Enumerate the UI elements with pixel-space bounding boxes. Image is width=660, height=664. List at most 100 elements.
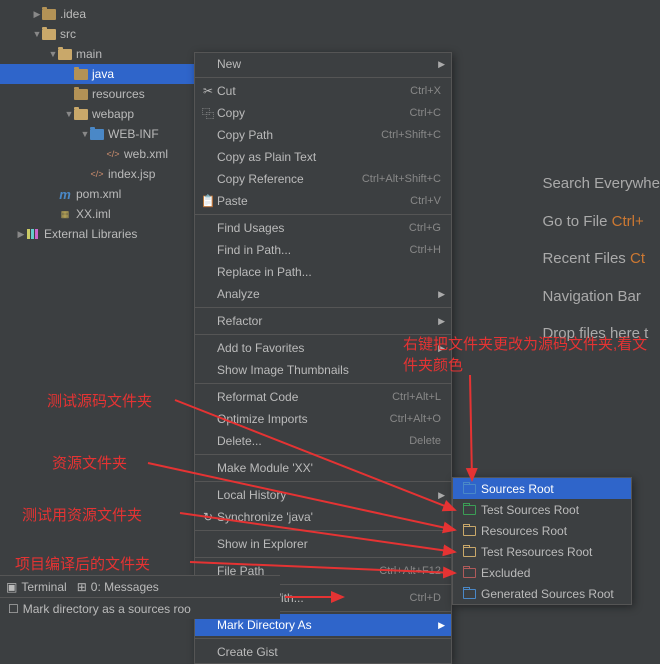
chevron-icon: ▼ (64, 109, 74, 119)
submenu-sources-root[interactable]: Sources Root (453, 478, 631, 499)
menu-show-in-explorer[interactable]: Show in Explorer (195, 533, 451, 555)
menu-copy[interactable]: ⿻CopyCtrl+C (195, 102, 451, 124)
folder-icon (461, 545, 477, 559)
menu-analyze[interactable]: Analyze▶ (195, 283, 451, 305)
menu-create-gist[interactable]: Create Gist (195, 641, 451, 663)
tree-label: XX.iml (76, 207, 111, 221)
tree-label: WEB-INF (108, 127, 159, 141)
submenu-arrow-icon: ▶ (438, 490, 445, 501)
tree-item-webxml[interactable]: </>web.xml (0, 144, 200, 164)
folder-icon (90, 129, 104, 140)
menu-label: Delete... (217, 434, 409, 448)
menu-replace-in-path-[interactable]: Replace in Path... (195, 261, 451, 283)
folder-icon (461, 566, 477, 580)
tree-item-java[interactable]: java (0, 64, 200, 84)
submenu-test-resources-root[interactable]: Test Resources Root (453, 541, 631, 562)
menu-label: Replace in Path... (217, 265, 441, 279)
tree-item-idea[interactable]: ▶.idea (0, 4, 200, 24)
tree-item-pomxml[interactable]: m pom.xml (0, 184, 200, 204)
submenu-resources-root[interactable]: Resources Root (453, 520, 631, 541)
menu-label: Optimize Imports (217, 412, 390, 426)
tree-item-xximl[interactable]: ▦ XX.iml (0, 204, 200, 224)
menu-label: Copy (217, 106, 410, 120)
menu-copy-reference[interactable]: Copy ReferenceCtrl+Alt+Shift+C (195, 168, 451, 190)
hint-recent: Recent Files Ct (542, 240, 660, 278)
folder-icon (461, 482, 477, 496)
tree-item-webapp[interactable]: ▼ webapp (0, 104, 200, 124)
menu-copy-path[interactable]: Copy PathCtrl+Shift+C (195, 124, 451, 146)
menu-icon: ⿻ (199, 105, 217, 122)
terminal-tab[interactable]: ▣ Terminal (6, 580, 67, 594)
menu-label: Local History (217, 488, 441, 502)
submenu-label: Test Sources Root (481, 503, 579, 517)
submenu-arrow-icon: ▶ (438, 289, 445, 300)
library-icon (26, 227, 40, 241)
menu-optimize-imports[interactable]: Optimize ImportsCtrl+Alt+O (195, 408, 451, 430)
status-bar: ☐ Mark directory as a sources roo (0, 597, 280, 619)
tree-label: webapp (92, 107, 134, 121)
menu-local-history[interactable]: Local History▶ (195, 484, 451, 506)
menu-label: Show in Explorer (217, 537, 441, 551)
hint-search: Search Everywhe (542, 165, 660, 203)
menu-label: Synchronize 'java' (217, 510, 441, 524)
maven-icon: m (58, 187, 72, 201)
shortcut: Ctrl+V (410, 195, 441, 207)
submenu-label: Test Resources Root (481, 545, 592, 559)
submenu-label: Excluded (481, 566, 530, 580)
menu-icon: 📋 (199, 194, 217, 208)
folder-icon (74, 69, 88, 80)
shortcut: Ctrl+C (410, 107, 441, 119)
shortcut: Delete (409, 435, 441, 447)
menu-synchronize-java-[interactable]: ↻Synchronize 'java' (195, 506, 451, 528)
chevron-icon: ▼ (32, 29, 42, 39)
menu-make-module-xx-[interactable]: Make Module 'XX' (195, 457, 451, 479)
folder-icon (461, 587, 477, 601)
menu-delete-[interactable]: Delete...Delete (195, 430, 451, 452)
tree-item-src[interactable]: ▼ src (0, 24, 200, 44)
menu-label: Find in Path... (217, 243, 410, 257)
tree-label: src (60, 27, 76, 41)
menu-cut[interactable]: ✂CutCtrl+X (195, 80, 451, 102)
menu-paste[interactable]: 📋PasteCtrl+V (195, 190, 451, 212)
tree-label: web.xml (124, 147, 168, 161)
menu-new[interactable]: New▶ (195, 53, 451, 75)
annotation-test-res: 测试用资源文件夹 (22, 504, 142, 525)
submenu-arrow-icon: ▶ (438, 620, 445, 631)
annotation-resources: 资源文件夹 (52, 452, 127, 473)
menu-refactor[interactable]: Refactor▶ (195, 310, 451, 332)
menu-copy-as-plain-text[interactable]: Copy as Plain Text (195, 146, 451, 168)
menu-label: Analyze (217, 287, 441, 301)
tree-label: main (76, 47, 102, 61)
tree-label: pom.xml (76, 187, 121, 201)
tree-item-webinf[interactable]: ▼ WEB-INF (0, 124, 200, 144)
shortcut: Ctrl+X (410, 85, 441, 97)
menu-icon: ✂ (199, 84, 217, 98)
menu-label: Copy Reference (217, 172, 362, 186)
shortcut: Ctrl+Alt+L (392, 391, 441, 403)
menu-label: Paste (217, 194, 410, 208)
tree-item-externallibraries[interactable]: ▶External Libraries (0, 224, 200, 244)
submenu-test-sources-root[interactable]: Test Sources Root (453, 499, 631, 520)
chevron-icon: ▶ (32, 9, 42, 20)
chevron-icon: ▼ (48, 49, 58, 59)
menu-reformat-code[interactable]: Reformat CodeCtrl+Alt+L (195, 386, 451, 408)
chevron-icon: ▼ (80, 129, 90, 139)
tree-label: java (92, 67, 114, 81)
messages-tab[interactable]: ⊞ 0: Messages (77, 580, 159, 594)
menu-label: Mark Directory As (217, 618, 441, 632)
shortcut: Ctrl+Alt+Shift+C (362, 173, 441, 185)
tree-item-indexjsp[interactable]: </>index.jsp (0, 164, 200, 184)
submenu-excluded[interactable]: Excluded (453, 562, 631, 583)
submenu-generated-sources-root[interactable]: Generated Sources Root (453, 583, 631, 604)
tree-item-resources[interactable]: resources (0, 84, 200, 104)
folder-icon (58, 49, 72, 60)
annotation-excluded: 项目编译后的文件夹 (15, 553, 150, 574)
menu-find-usages[interactable]: Find UsagesCtrl+G (195, 217, 451, 239)
menu-find-in-path-[interactable]: Find in Path...Ctrl+H (195, 239, 451, 261)
tree-label: External Libraries (44, 227, 137, 241)
tree-item-main[interactable]: ▼ main (0, 44, 200, 64)
annotation-test-src: 测试源码文件夹 (47, 390, 152, 411)
folder-icon (74, 109, 88, 120)
submenu-arrow-icon: ▶ (438, 59, 445, 70)
iml-icon: ▦ (58, 207, 72, 221)
